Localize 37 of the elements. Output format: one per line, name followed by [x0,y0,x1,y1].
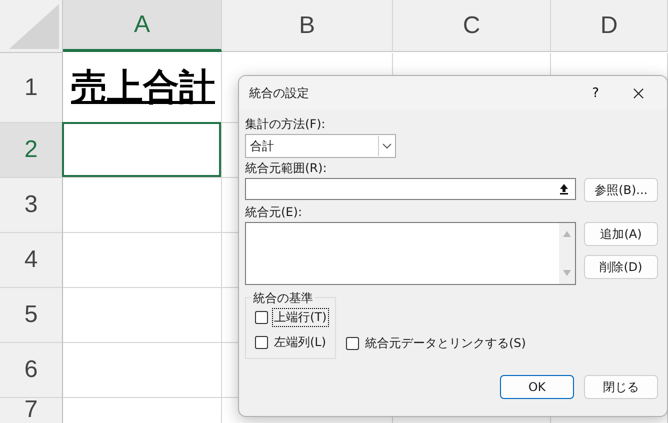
column-header[interactable]: D [551,0,668,52]
dialog-title: 統合の設定 [249,84,310,102]
reference-label: 統合元範囲(R): [245,161,327,175]
function-dropdown[interactable]: 合計 [245,134,396,158]
row-header[interactable]: 4 [0,233,63,288]
chevron-down-icon [382,143,392,149]
sources-list[interactable] [245,222,576,285]
upload-arrow-icon[interactable] [559,183,570,195]
add-button[interactable]: 追加(A) [584,222,658,246]
cell-text: 売上合計 [71,66,215,110]
delete-button[interactable]: 削除(D) [584,255,658,279]
row-header[interactable]: 1 [0,53,63,123]
table-cell[interactable]: 売上合計 [63,53,222,123]
checkbox-label[interactable]: 上端行(T) [272,308,329,327]
help-button[interactable]: ? [588,86,603,100]
checkbox[interactable] [255,336,268,349]
dialog-button[interactable]: OK [500,375,574,399]
triangle-icon [9,4,59,49]
sources-label: 統合元(E): [245,205,302,219]
browse-button[interactable]: 参照(B)... [584,178,658,202]
row-header[interactable]: 3 [0,178,63,233]
group-title: 統合の基準 [251,290,315,307]
checkbox-label[interactable]: 左端列(L) [272,333,328,352]
function-label: 集計の方法(F): [245,117,326,131]
checkbox-label[interactable]: 統合元データとリンクする(S) [363,334,528,353]
row-header[interactable]: 6 [0,343,63,398]
dialog-button[interactable]: 閉じる [584,375,658,399]
close-icon[interactable] [633,88,644,98]
checkbox[interactable] [255,311,268,324]
column-header[interactable]: C [393,0,551,52]
row-header[interactable]: 7 [0,398,63,423]
checkbox[interactable] [346,337,359,350]
column-header[interactable]: A [63,0,222,52]
row-header[interactable]: 2 [0,123,63,178]
row-header[interactable]: 5 [0,288,63,343]
reference-field[interactable] [245,178,576,200]
column-header[interactable]: B [222,0,393,52]
